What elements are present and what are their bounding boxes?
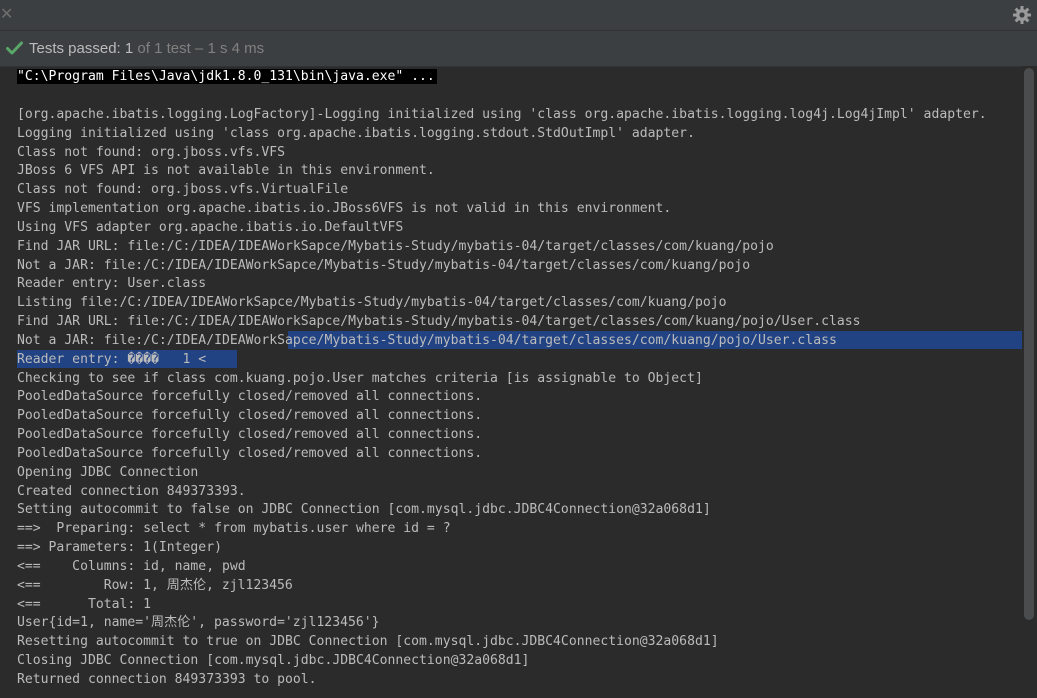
- console-line: Created connection 849373393.: [17, 484, 246, 499]
- console-line: Resetting autocommit to true on JDBC Con…: [17, 634, 719, 649]
- console-line: Class not found: org.jboss.vfs.VFS: [17, 145, 286, 160]
- console-line: Reader entry: User.class: [17, 276, 207, 291]
- console-line: Not a JAR: file:/C:/IDEA/IDEAWorkSapce/M…: [17, 333, 837, 348]
- console-line: Listing file:/C:/IDEA/IDEAWorkSapce/Myba…: [17, 295, 727, 310]
- console-line: "C:\Program Files\Java\jdk1.8.0_131\bin\…: [17, 67, 437, 86]
- scrollbar-thumb[interactable]: [1024, 68, 1034, 620]
- console-line: Closing JDBC Connection [com.mysql.jdbc.…: [17, 653, 530, 668]
- console-line: PooledDataSource forcefully closed/remov…: [17, 389, 483, 404]
- close-icon[interactable]: ✕: [0, 6, 13, 22]
- tests-passed-count: 1: [124, 40, 134, 57]
- test-runner-window: ✕ Tests passed: 1 of 1 test – 1 s 4 ms "…: [0, 0, 1037, 698]
- console-line: PooledDataSource forcefully closed/remov…: [17, 446, 483, 461]
- tool-window-header: ✕: [0, 0, 1037, 30]
- test-status-text: Tests passed: 1 of 1 test – 1 s 4 ms: [29, 39, 264, 59]
- console-line: Reader entry: ���� 1 <: [17, 352, 207, 367]
- console-line: User{id=1, name='周杰伦', password='zjl1234…: [17, 615, 380, 630]
- console-line: Not a JAR: file:/C:/IDEA/IDEAWorkSapce/M…: [17, 258, 751, 273]
- tests-passed-label: Tests passed:: [29, 40, 125, 57]
- console-line: ==> Parameters: 1(Integer): [17, 540, 222, 555]
- console-line: <== Columns: id, name, pwd: [17, 559, 246, 574]
- gear-icon[interactable]: [1012, 5, 1032, 25]
- console-line: Class not found: org.jboss.vfs.VirtualFi…: [17, 182, 349, 197]
- console-line: Logging initialized using 'class org.apa…: [17, 126, 695, 141]
- console-line: JBoss 6 VFS API is not available in this…: [17, 163, 435, 178]
- console-line: <== Row: 1, 周杰伦, zjl123456: [17, 578, 293, 593]
- console-line: Find JAR URL: file:/C:/IDEA/IDEAWorkSapc…: [17, 314, 861, 329]
- console-line: PooledDataSource forcefully closed/remov…: [17, 427, 483, 442]
- console-output[interactable]: "C:\Program Files\Java\jdk1.8.0_131\bin\…: [0, 66, 1022, 698]
- test-status-bar: Tests passed: 1 of 1 test – 1 s 4 ms: [0, 30, 1037, 66]
- console-line: <== Total: 1: [17, 597, 152, 612]
- console-line: PooledDataSource forcefully closed/remov…: [17, 408, 483, 423]
- console-line: Using VFS adapter org.apache.ibatis.io.D…: [17, 220, 404, 235]
- console-line: Setting autocommit to false on JDBC Conn…: [17, 502, 711, 517]
- tests-detail: of 1 test – 1 s 4 ms: [133, 40, 265, 57]
- console-line: Returned connection 849373393 to pool.: [17, 672, 317, 687]
- java-command: "C:\Program Files\Java\jdk1.8.0_131\bin\…: [17, 69, 437, 84]
- console-line: [org.apache.ibatis.logging.LogFactory]-L…: [17, 107, 987, 122]
- console-line: VFS implementation org.apache.ibatis.io.…: [17, 201, 672, 216]
- check-icon: [6, 41, 23, 55]
- console-line: ==> Preparing: select * from mybatis.use…: [17, 521, 451, 536]
- console-line: Checking to see if class com.kuang.pojo.…: [17, 371, 703, 386]
- console-line: Opening JDBC Connection: [17, 465, 199, 480]
- console-line: Find JAR URL: file:/C:/IDEA/IDEAWorkSapc…: [17, 239, 774, 254]
- console-scrollbar[interactable]: [1022, 66, 1037, 698]
